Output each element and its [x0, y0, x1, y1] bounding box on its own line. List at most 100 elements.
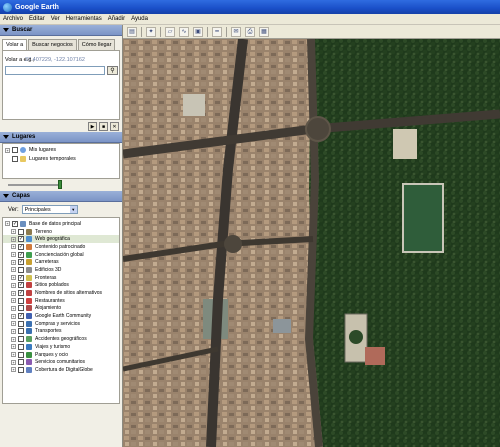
- expand-icon[interactable]: +: [11, 344, 16, 350]
- email-icon[interactable]: ✉: [231, 26, 241, 37]
- layer-item[interactable]: + Edificios 3D: [3, 266, 119, 274]
- layer-checkbox[interactable]: ✓: [18, 313, 24, 320]
- layer-checkbox[interactable]: [18, 366, 24, 373]
- play-button[interactable]: ▶: [88, 121, 97, 131]
- stop-button[interactable]: ■: [99, 121, 108, 131]
- tab-find-business[interactable]: Buscar negocios: [28, 39, 77, 50]
- layer-item[interactable]: + Compras y servicios: [3, 320, 119, 328]
- layer-item[interactable]: + ✓ Web geográfica: [3, 235, 119, 244]
- menu-ayuda[interactable]: Ayuda: [131, 16, 148, 22]
- layer-checkbox[interactable]: [18, 351, 24, 358]
- layers-panel-header[interactable]: Capas: [0, 191, 122, 202]
- places-panel-header[interactable]: Lugares: [0, 132, 122, 143]
- layer-checkbox[interactable]: ✓: [18, 282, 24, 289]
- menu-ver[interactable]: Ver: [51, 16, 60, 22]
- menu-archivo[interactable]: Archivo: [3, 16, 23, 22]
- expand-icon[interactable]: +: [11, 328, 16, 334]
- layer-checkbox[interactable]: [18, 328, 24, 335]
- menu-herramientas[interactable]: Herramientas: [66, 16, 102, 22]
- layer-item[interactable]: + Viajes y turismo: [3, 343, 119, 351]
- expand-icon[interactable]: +: [11, 252, 16, 258]
- map-view[interactable]: [123, 39, 500, 447]
- layer-checkbox[interactable]: [18, 343, 24, 350]
- placemark-icon[interactable]: ✦: [146, 26, 156, 37]
- layer-item[interactable]: + ✓ Sitios poblados: [3, 282, 119, 290]
- layer-item[interactable]: + ✓ Concienciación global: [3, 251, 119, 259]
- expand-icon[interactable]: +: [11, 267, 16, 273]
- slider-thumb[interactable]: [58, 180, 62, 189]
- layer-item[interactable]: + ✓ Fronteras: [3, 274, 119, 282]
- layer-checkbox[interactable]: ✓: [18, 290, 24, 297]
- layer-item[interactable]: + Terreno: [3, 228, 119, 236]
- layer-label: Terreno: [35, 228, 52, 235]
- expand-icon[interactable]: +: [5, 147, 10, 153]
- clear-button[interactable]: ✕: [110, 121, 119, 131]
- layer-item[interactable]: + Transportes: [3, 328, 119, 336]
- menu-editar[interactable]: Editar: [29, 16, 45, 22]
- layer-checkbox[interactable]: ✓: [18, 243, 24, 250]
- layer-checkbox[interactable]: [18, 228, 24, 235]
- layer-checkbox[interactable]: [18, 297, 24, 304]
- expand-icon[interactable]: +: [11, 298, 16, 304]
- path-icon[interactable]: ∿: [179, 26, 189, 37]
- layer-checkbox[interactable]: [18, 305, 24, 312]
- layer-checkbox[interactable]: ✓: [18, 274, 24, 281]
- print-icon[interactable]: ⎙: [245, 26, 255, 37]
- tab-directions[interactable]: Cómo llegar: [77, 39, 116, 50]
- expand-icon[interactable]: +: [11, 367, 16, 373]
- layer-checkbox[interactable]: ✓: [12, 220, 18, 227]
- expand-icon[interactable]: +: [11, 259, 16, 265]
- fly-to-input[interactable]: [5, 66, 105, 75]
- layers-view-row: Ver: Principales ▼: [0, 202, 122, 217]
- expand-icon[interactable]: +: [11, 275, 16, 281]
- layer-checkbox[interactable]: [18, 359, 24, 366]
- places-item-temporary[interactable]: Lugares temporales: [3, 155, 119, 164]
- tab-fly-to[interactable]: Volar a: [2, 39, 28, 50]
- expand-icon[interactable]: +: [11, 313, 16, 319]
- places-checkbox[interactable]: [12, 147, 18, 154]
- search-button[interactable]: ⚲: [107, 66, 118, 75]
- view-select[interactable]: Principales ▼: [21, 205, 78, 214]
- layer-checkbox[interactable]: ✓: [18, 259, 24, 266]
- sidebar-toggle-icon[interactable]: ▤: [127, 26, 137, 37]
- ruler-icon[interactable]: ━: [212, 26, 222, 37]
- expand-icon[interactable]: +: [11, 244, 16, 250]
- expand-icon[interactable]: +: [11, 352, 16, 358]
- opacity-slider[interactable]: [0, 179, 122, 191]
- menu-anadir[interactable]: Añadir: [108, 16, 125, 22]
- search-panel-header[interactable]: Buscar: [0, 25, 122, 36]
- layer-item[interactable]: + ✓ Carreteras: [3, 258, 119, 266]
- expand-icon[interactable]: +: [11, 290, 16, 296]
- collapse-triangle-icon: [3, 135, 9, 139]
- expand-icon[interactable]: +: [11, 236, 16, 242]
- layer-item[interactable]: + ✓ Nombres de sitios alternativos: [3, 289, 119, 297]
- layer-checkbox[interactable]: ✓: [18, 236, 24, 243]
- places-checkbox[interactable]: [12, 155, 18, 162]
- layer-checkbox[interactable]: [18, 320, 24, 327]
- expand-icon[interactable]: +: [11, 321, 16, 327]
- layer-checkbox[interactable]: [18, 266, 24, 273]
- expand-icon[interactable]: +: [11, 336, 16, 342]
- places-item-my-places[interactable]: + Mis lugares: [3, 146, 119, 155]
- layer-checkbox[interactable]: ✓: [18, 251, 24, 258]
- layer-item[interactable]: + Alojamiento: [3, 305, 119, 313]
- layer-item[interactable]: + Parques y ocio: [3, 351, 119, 359]
- expand-icon[interactable]: +: [5, 221, 10, 227]
- layer-item[interactable]: + Accidentes geográficos: [3, 335, 119, 343]
- satellite-imagery[interactable]: [123, 39, 500, 447]
- lodging-icon: [26, 305, 32, 312]
- layer-item[interactable]: + ✓ Contenido patrocinado: [3, 243, 119, 251]
- layer-item[interactable]: + ✓ Base de datos principal: [3, 220, 119, 228]
- layer-item[interactable]: + Cobertura de DigitalGlobe: [3, 366, 119, 374]
- polygon-icon[interactable]: ▱: [165, 26, 175, 37]
- expand-icon[interactable]: +: [11, 229, 16, 235]
- layer-item[interactable]: + Restaurantes: [3, 297, 119, 305]
- layer-item[interactable]: + Servicios comunitarios: [3, 358, 119, 366]
- expand-icon[interactable]: +: [11, 359, 16, 365]
- layer-item[interactable]: + ✓ Google Earth Community: [3, 312, 119, 320]
- expand-icon[interactable]: +: [11, 305, 16, 311]
- maps-icon[interactable]: ▦: [259, 26, 269, 37]
- image-overlay-icon[interactable]: ▣: [193, 26, 203, 37]
- expand-icon[interactable]: +: [11, 282, 16, 288]
- layer-checkbox[interactable]: [18, 336, 24, 343]
